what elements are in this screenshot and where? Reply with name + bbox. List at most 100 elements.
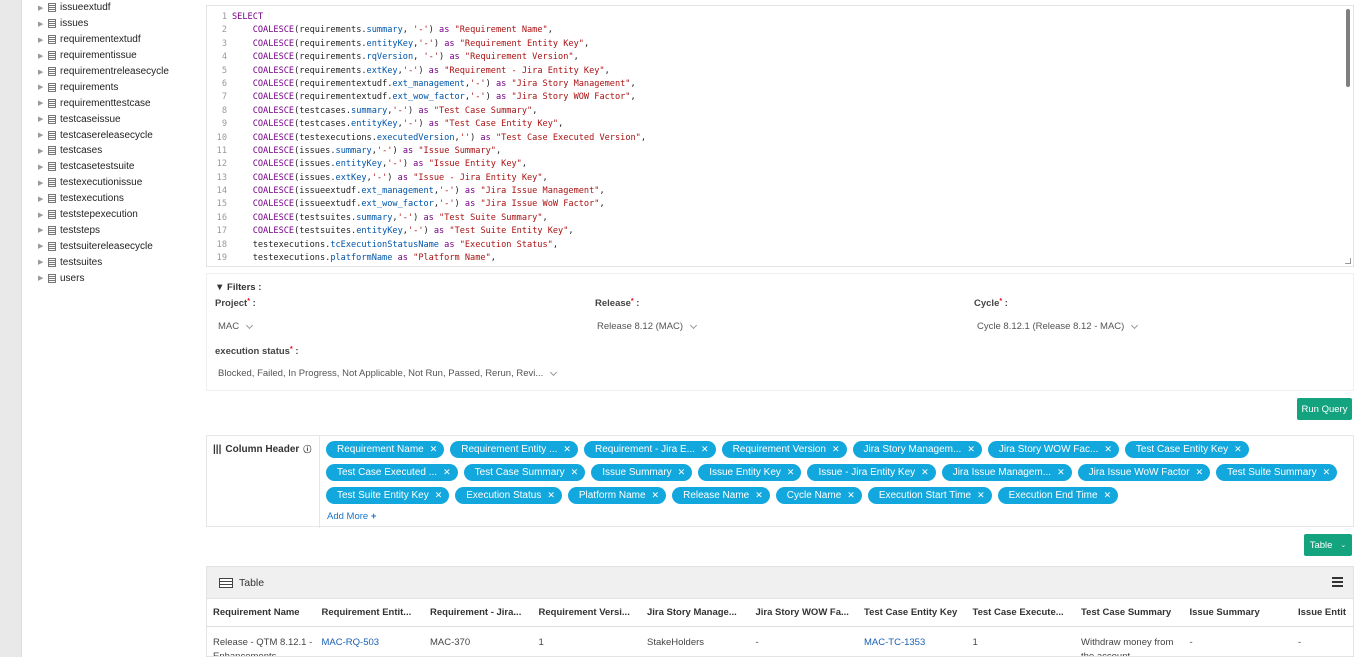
close-icon[interactable]: ✕ [832,444,840,455]
column-header-cell[interactable]: Jira Story WOW Fa... [750,599,859,626]
caret-right-icon[interactable]: ▶ [38,147,48,155]
caret-right-icon[interactable]: ▶ [38,83,48,91]
close-icon[interactable]: ✕ [701,444,709,455]
close-icon[interactable]: ✕ [1057,467,1065,478]
column-chip[interactable]: Release Name ✕ [672,487,770,504]
caret-right-icon[interactable]: ▶ [38,179,48,187]
execution-status-select[interactable]: Blocked, Failed, In Progress, Not Applic… [218,368,558,379]
column-chip[interactable]: Jira Issue WoW Factor ✕ [1077,464,1211,481]
editor-scrollbar[interactable] [1346,9,1350,87]
close-icon[interactable]: ✕ [430,444,438,455]
column-chip[interactable]: Execution Start Time ✕ [867,487,992,504]
cycle-select[interactable]: Cycle 8.12.1 (Release 8.12 - MAC) [977,321,1139,332]
close-icon[interactable]: ✕ [921,467,929,478]
sql-code[interactable]: SELECT COALESCE(requirements.summary, '-… [232,6,646,265]
caret-right-icon[interactable]: ▶ [38,4,48,12]
table-cell[interactable]: MAC-TC-1353 [858,631,967,656]
tree-item-teststepexecution[interactable]: ▶ teststepexecution [38,207,198,223]
tree-item-testcasetestsuite[interactable]: ▶ testcasetestsuite [38,159,198,175]
tree-item-issues[interactable]: ▶ issues [38,16,198,32]
tree-item-testcaseissue[interactable]: ▶ testcaseissue [38,111,198,127]
close-icon[interactable]: ✕ [1196,467,1204,478]
column-chip[interactable]: Requirement Entity ... ✕ [450,441,578,458]
caret-right-icon[interactable]: ▶ [38,274,48,282]
column-header-cell[interactable]: Requirement Versi... [533,599,642,626]
sql-editor[interactable]: 1 2 3 4 5 6 7 8 9 10 11 12 13 14 15 16 17 18 19 SELECT COA… [206,5,1354,267]
close-icon[interactable]: ✕ [977,490,985,501]
column-chip[interactable]: Execution End Time ✕ [997,487,1119,504]
close-icon[interactable]: ✕ [847,490,855,501]
close-icon[interactable]: ✕ [678,467,686,478]
column-chip[interactable]: Cycle Name ✕ [775,487,862,504]
column-chip[interactable]: Test Case Summary ✕ [463,464,586,481]
close-icon[interactable]: ✕ [755,490,763,501]
caret-right-icon[interactable]: ▶ [38,242,48,250]
close-icon[interactable]: ✕ [1104,490,1112,501]
caret-right-icon[interactable]: ▶ [38,36,48,44]
resize-handle-icon[interactable] [1345,258,1351,264]
project-select[interactable]: MAC [218,321,254,332]
caret-right-icon[interactable]: ▶ [38,99,48,107]
caret-right-icon[interactable]: ▶ [38,20,48,28]
caret-right-icon[interactable]: ▶ [38,115,48,123]
tree-item-users[interactable]: ▶ users [38,270,198,286]
close-icon[interactable]: ✕ [1323,467,1331,478]
column-chip[interactable]: Jira Story WOW Fac... ✕ [987,441,1119,458]
column-chip[interactable]: Requirement Name ✕ [326,441,445,458]
tree-item-teststeps[interactable]: ▶ teststeps [38,222,198,238]
column-chip[interactable]: Execution Status ✕ [455,487,562,504]
column-chip[interactable]: Jira Story Managem... ✕ [852,441,982,458]
column-chip[interactable]: Platform Name ✕ [567,487,667,504]
close-icon[interactable]: ✕ [1104,444,1112,455]
column-chip[interactable]: Test Case Executed ... ✕ [326,464,458,481]
caret-right-icon[interactable]: ▶ [38,195,48,203]
close-icon[interactable]: ✕ [652,490,660,501]
column-header-cell[interactable]: Requirement Entit... [316,599,425,626]
column-header-cell[interactable]: Requirement - Jira... [424,599,533,626]
tree-item-testsuitereleasecycle[interactable]: ▶ testsuitereleasecycle [38,238,198,254]
close-icon[interactable]: ✕ [547,490,555,501]
close-icon[interactable]: ✕ [563,444,571,455]
menu-icon[interactable] [1332,577,1343,587]
column-header-cell[interactable]: Test Case Entity Key [858,599,967,626]
tree-item-requirementreleasecycle[interactable]: ▶ requirementreleasecycle [38,64,198,80]
caret-right-icon[interactable]: ▶ [38,211,48,219]
caret-right-icon[interactable]: ▶ [38,258,48,266]
caret-right-icon[interactable]: ▶ [38,68,48,76]
add-more-link[interactable]: Add More + [327,511,376,522]
tree-item-testexecutionissue[interactable]: ▶ testexecutionissue [38,175,198,191]
column-chip[interactable]: Test Suite Summary ✕ [1216,464,1338,481]
caret-right-icon[interactable]: ▶ [38,131,48,139]
table-cell[interactable]: MAC-RQ-503 [316,631,425,656]
close-icon[interactable]: ✕ [967,444,975,455]
tree-item-requirementtestcase[interactable]: ▶ requirementtestcase [38,95,198,111]
tree-item-requirements[interactable]: ▶ requirements [38,79,198,95]
column-chip[interactable]: Jira Issue Managem... ✕ [941,464,1072,481]
column-chip[interactable]: Requirement - Jira E... ✕ [583,441,716,458]
column-chip[interactable]: Issue Entity Key ✕ [698,464,802,481]
close-icon[interactable]: ✕ [571,467,579,478]
close-icon[interactable]: ✕ [787,467,795,478]
tree-item-testcases[interactable]: ▶ testcases [38,143,198,159]
close-icon[interactable]: ✕ [443,467,451,478]
tree-item-testsuites[interactable]: ▶ testsuites [38,254,198,270]
column-chip[interactable]: Requirement Version ✕ [721,441,847,458]
column-chip[interactable]: Issue Summary ✕ [591,464,693,481]
caret-right-icon[interactable]: ▶ [38,163,48,171]
column-header-cell[interactable]: Test Case Summary [1075,599,1184,626]
caret-right-icon[interactable]: ▶ [38,52,48,60]
column-header-cell[interactable]: Issue Summary [1184,599,1293,626]
column-header-cell[interactable]: Issue Entit [1292,599,1353,626]
caret-right-icon[interactable]: ▶ [38,226,48,234]
tree-item-issueextudf[interactable]: ▶ issueextudf [38,0,198,16]
column-chip[interactable]: Test Suite Entity Key ✕ [326,487,450,504]
release-select[interactable]: Release 8.12 (MAC) [597,321,698,332]
tree-item-testcasereleasecycle[interactable]: ▶ testcasereleasecycle [38,127,198,143]
column-header-cell[interactable]: Test Case Execute... [967,599,1076,626]
table-row[interactable]: Release - QTM 8.12.1 - Enhancements MAC-R… [207,631,1353,656]
run-query-button[interactable]: Run Query [1297,398,1352,420]
tree-item-requirementissue[interactable]: ▶ requirementissue [38,48,198,64]
column-header-cell[interactable]: Requirement Name [207,599,316,626]
tree-item-requirementextudf[interactable]: ▶ requirementextudf [38,32,198,48]
close-icon[interactable]: ✕ [1234,444,1242,455]
